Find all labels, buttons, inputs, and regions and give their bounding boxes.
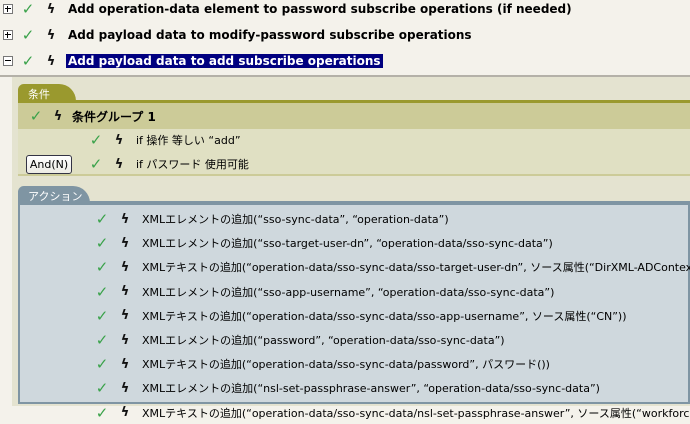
lightning-icon: ϟ <box>120 380 130 396</box>
check-icon: ✓ <box>95 403 109 422</box>
check-icon: ✓ <box>95 355 109 374</box>
check-icon: ✓ <box>95 258 109 277</box>
condition-list: ✓ ϟ if 操作 等しい “add” And(N) ✓ ϟ if パスワード … <box>18 129 690 176</box>
action-text: XMLエレメントの追加(“sso-sync-data”, “operation-… <box>142 213 449 226</box>
rule-detail-panel: 条件 ✓ ϟ 条件グループ 1 ✓ ϟ if 操作 等しい “add” And(… <box>12 77 690 422</box>
action-item[interactable]: ✓ ϟ XMLテキストの追加(“operation-data/sso-sync-da… <box>94 353 550 375</box>
check-icon: ✓ <box>21 52 35 70</box>
action-item[interactable]: ✓ ϟ XMLテキストの追加(“operation-data/sso-sync-da… <box>94 402 690 424</box>
lightning-icon: ϟ <box>114 156 124 172</box>
rule-row[interactable]: ✓ ϟ Add operation-data element to passwo… <box>0 0 574 20</box>
lightning-icon: ϟ <box>53 108 63 124</box>
expand-icon[interactable] <box>3 30 13 40</box>
action-list: ✓ ϟ XMLエレメントの追加(“sso-sync-data”, “operatio… <box>18 201 690 422</box>
check-icon: ✓ <box>89 155 103 173</box>
rule-label: Add operation-data element to password s… <box>68 2 572 16</box>
check-icon: ✓ <box>95 234 109 253</box>
condition-group-label: 条件グループ 1 <box>72 109 156 124</box>
check-icon: ✓ <box>21 0 35 18</box>
lightning-icon: ϟ <box>120 211 130 227</box>
expand-icon[interactable] <box>3 4 13 14</box>
condition-group-header[interactable]: ✓ ϟ 条件グループ 1 <box>18 103 690 129</box>
lightning-icon: ϟ <box>114 132 124 148</box>
lightning-icon: ϟ <box>46 1 56 17</box>
lightning-icon: ϟ <box>120 332 130 348</box>
lightning-icon: ϟ <box>120 356 130 372</box>
action-item[interactable]: ✓ ϟ XMLテキストの追加(“operation-data/sso-sync-da… <box>94 305 627 327</box>
condition-text: if パスワード 使用可能 <box>136 158 249 171</box>
rule-row[interactable]: ✓ ϟ Add payload data to modify-password … <box>0 24 474 46</box>
action-item[interactable]: ✓ ϟ XMLテキストの追加(“operation-data/sso-sync-da… <box>94 256 690 278</box>
action-text: XMLエレメントの追加(“password”, “operation-data/… <box>142 334 505 347</box>
rule-label: Add payload data to modify-password subs… <box>68 28 472 42</box>
lightning-icon: ϟ <box>120 405 130 421</box>
check-icon: ✓ <box>95 282 109 301</box>
conditions-tab: 条件 <box>18 84 76 101</box>
check-icon: ✓ <box>89 131 103 149</box>
lightning-icon: ϟ <box>120 259 130 275</box>
check-icon: ✓ <box>95 306 109 325</box>
action-item[interactable]: ✓ ϟ XMLエレメントの追加(“sso-sync-data”, “operatio… <box>94 208 449 230</box>
action-item[interactable]: ✓ ϟ XMLエレメントの追加(“nsl-set-passphrase-answer… <box>94 377 600 399</box>
action-item[interactable]: ✓ ϟ XMLエレメントの追加(“password”, “operation-dat… <box>94 329 505 351</box>
and-button[interactable]: And(N) <box>26 155 72 174</box>
lightning-icon: ϟ <box>120 284 130 300</box>
condition-item[interactable]: ✓ ϟ if パスワード 使用可能 <box>88 153 249 175</box>
lightning-icon: ϟ <box>46 27 56 43</box>
check-icon: ✓ <box>29 107 43 125</box>
check-icon: ✓ <box>95 379 109 398</box>
check-icon: ✓ <box>21 26 35 44</box>
lightning-icon: ϟ <box>46 53 56 69</box>
lightning-icon: ϟ <box>120 235 130 251</box>
check-icon: ✓ <box>95 331 109 349</box>
action-text: XMLテキストの追加(“operation-data/sso-sync-data… <box>142 358 550 372</box>
action-text: XMLエレメントの追加(“sso-target-user-dn”, “opera… <box>142 237 553 251</box>
action-item[interactable]: ✓ ϟ XMLエレメントの追加(“sso-app-username”, “opera… <box>94 281 555 303</box>
condition-text: if 操作 等しい “add” <box>136 134 241 147</box>
collapse-icon[interactable] <box>3 56 13 66</box>
check-icon: ✓ <box>95 210 109 228</box>
rule-label: Add payload data to add subscribe operat… <box>66 54 383 68</box>
action-text: XMLテキストの追加(“operation-data/sso-sync-data… <box>142 261 690 275</box>
action-text: XMLエレメントの追加(“nsl-set-passphrase-answer”,… <box>142 382 600 396</box>
action-text: XMLテキストの追加(“operation-data/sso-sync-data… <box>142 406 690 420</box>
action-item[interactable]: ✓ ϟ XMLエレメントの追加(“sso-target-user-dn”, “ope… <box>94 232 553 254</box>
condition-item[interactable]: ✓ ϟ if 操作 等しい “add” <box>88 129 241 151</box>
rule-row-selected[interactable]: ✓ ϟ Add payload data to add subscribe op… <box>0 50 383 72</box>
action-text: XMLテキストの追加(“operation-data/sso-sync-data… <box>142 309 627 323</box>
lightning-icon: ϟ <box>120 308 130 324</box>
action-text: XMLエレメントの追加(“sso-app-username”, “operati… <box>142 285 555 299</box>
